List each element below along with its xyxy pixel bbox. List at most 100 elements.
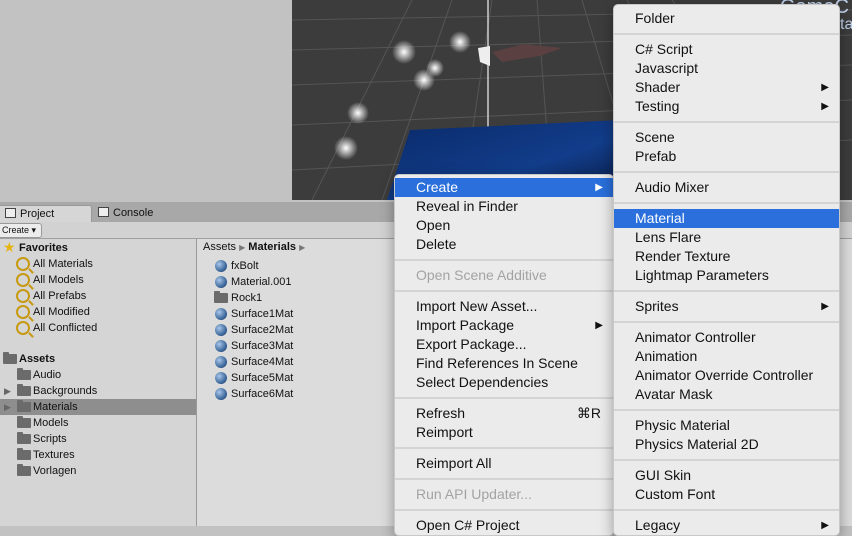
submenu-item-avatar-mask[interactable]: Avatar Mask — [614, 385, 839, 404]
menu-item-label: Audio Mixer — [635, 179, 709, 195]
menu-item-label: Prefab — [635, 148, 677, 164]
submenu-item-animator-controller[interactable]: Animator Controller — [614, 328, 839, 347]
menu-separator — [614, 409, 839, 411]
submenu-item-animation[interactable]: Animation — [614, 347, 839, 366]
folder-icon — [17, 416, 31, 428]
favorite-item[interactable]: All Models — [0, 272, 196, 288]
asset-item[interactable]: fxBolt — [214, 258, 394, 274]
submenu-item-cs-script[interactable]: C# Script — [614, 40, 839, 59]
submenu-item-testing[interactable]: Testing ▶ — [614, 97, 839, 116]
menu-item-open[interactable]: Open — [395, 216, 613, 235]
menu-item-reveal-in-finder[interactable]: Reveal in Finder — [395, 197, 613, 216]
create-dropdown-button[interactable]: Create ▾ — [0, 223, 43, 238]
asset-item[interactable]: Surface6Mat — [214, 386, 394, 402]
breadcrumb-root[interactable]: Assets — [203, 241, 236, 253]
submenu-item-material[interactable]: Material — [614, 209, 839, 228]
menu-item-label: Export Package... — [416, 336, 527, 352]
search-icon — [16, 273, 30, 287]
menu-item-create[interactable]: Create ▶ — [395, 178, 613, 197]
menu-item-reimport[interactable]: Reimport — [395, 423, 613, 442]
favorite-item[interactable]: All Modified — [0, 304, 196, 320]
tree-folder-vorlagen[interactable]: Vorlagen — [0, 463, 196, 479]
tree-folder-label: Scripts — [33, 433, 67, 445]
tree-folder-scripts[interactable]: Scripts — [0, 431, 196, 447]
asset-item[interactable]: Surface4Mat — [214, 354, 394, 370]
submenu-item-custom-font[interactable]: Custom Font — [614, 485, 839, 504]
tree-folder-backgrounds[interactable]: ▶ Backgrounds — [0, 383, 196, 399]
menu-item-export-package[interactable]: Export Package... — [395, 335, 613, 354]
submenu-item-physics-material-2d[interactable]: Physics Material 2D — [614, 435, 839, 454]
submenu-item-sprites[interactable]: Sprites ▶ — [614, 297, 839, 316]
search-icon — [16, 257, 30, 271]
favorite-label: All Conflicted — [33, 322, 98, 334]
menu-item-label: Reimport — [416, 424, 473, 440]
folder-icon — [17, 384, 31, 396]
menu-separator — [395, 447, 613, 449]
expand-arrow-icon[interactable]: ▶ — [4, 383, 11, 399]
submenu-item-render-texture[interactable]: Render Texture — [614, 247, 839, 266]
tree-folder-audio[interactable]: Audio — [0, 367, 196, 383]
menu-item-reimport-all[interactable]: Reimport All — [395, 454, 613, 473]
favorite-item[interactable]: All Materials — [0, 256, 196, 272]
create-submenu: Folder C# Script Javascript Shader ▶ Test… — [613, 4, 840, 536]
tab-project[interactable]: Project — [0, 205, 92, 223]
tree-folder-models[interactable]: Models — [0, 415, 196, 431]
asset-item[interactable]: Rock1 — [214, 290, 394, 306]
folder-icon — [17, 432, 31, 444]
console-icon — [98, 207, 109, 217]
menu-item-label: Material — [635, 210, 685, 226]
asset-label: Surface4Mat — [231, 356, 294, 368]
submenu-item-physic-material[interactable]: Physic Material — [614, 416, 839, 435]
submenu-item-folder[interactable]: Folder — [614, 9, 839, 28]
assets-title: Assets — [19, 353, 56, 365]
tree-folder-label: Models — [33, 417, 69, 429]
asset-item[interactable]: Surface3Mat — [214, 338, 394, 354]
menu-item-select-dependencies[interactable]: Select Dependencies — [395, 373, 613, 392]
material-sphere-icon — [215, 388, 227, 400]
favorite-item[interactable]: All Prefabs — [0, 288, 196, 304]
menu-item-label: Reimport All — [416, 455, 492, 471]
menu-item-label: Scene — [635, 129, 675, 145]
material-sphere-icon — [215, 324, 227, 336]
asset-label: Surface2Mat — [231, 324, 294, 336]
submenu-item-animator-override-controller[interactable]: Animator Override Controller — [614, 366, 839, 385]
menu-item-find-references[interactable]: Find References In Scene — [395, 354, 613, 373]
menu-item-import-new-asset[interactable]: Import New Asset... — [395, 297, 613, 316]
menu-separator — [614, 121, 839, 123]
submenu-item-prefab[interactable]: Prefab — [614, 147, 839, 166]
folder-icon — [17, 464, 31, 476]
material-sphere-icon — [215, 340, 227, 352]
breadcrumb: Assets ▶ Materials ▶ — [197, 239, 403, 255]
menu-item-label: Import Package — [416, 317, 515, 333]
submenu-item-javascript[interactable]: Javascript — [614, 59, 839, 78]
menu-item-label: Select Dependencies — [416, 374, 549, 390]
menu-item-delete[interactable]: Delete — [395, 235, 613, 254]
expand-arrow-icon[interactable]: ▶ — [4, 399, 11, 415]
menu-item-label: Refresh — [416, 405, 466, 421]
asset-item[interactable]: Material.001 — [214, 274, 394, 290]
menu-separator — [395, 290, 613, 292]
menu-item-run-api-updater: Run API Updater... — [395, 485, 613, 504]
tree-folder-textures[interactable]: Textures — [0, 447, 196, 463]
submenu-item-lens-flare[interactable]: Lens Flare — [614, 228, 839, 247]
breadcrumb-current[interactable]: Materials — [248, 241, 296, 253]
submenu-item-scene[interactable]: Scene — [614, 128, 839, 147]
menu-item-label: Avatar Mask — [635, 386, 713, 402]
submenu-item-gui-skin[interactable]: GUI Skin — [614, 466, 839, 485]
menu-separator — [614, 321, 839, 323]
tree-folder-materials[interactable]: ▶ Materials — [0, 399, 196, 415]
submenu-item-audio-mixer[interactable]: Audio Mixer — [614, 178, 839, 197]
asset-item[interactable]: Surface1Mat — [214, 306, 394, 322]
menu-item-import-package[interactable]: Import Package ▶ — [395, 316, 613, 335]
tab-console[interactable]: Console — [92, 205, 174, 222]
favorite-label: All Models — [33, 274, 84, 286]
asset-item[interactable]: Surface5Mat — [214, 370, 394, 386]
submenu-item-shader[interactable]: Shader ▶ — [614, 78, 839, 97]
asset-item[interactable]: Surface2Mat — [214, 322, 394, 338]
favorite-item[interactable]: All Conflicted — [0, 320, 196, 336]
assets-header[interactable]: Assets — [0, 351, 196, 367]
submenu-item-lightmap-parameters[interactable]: Lightmap Parameters — [614, 266, 839, 285]
favorites-header[interactable]: ★ Favorites — [0, 239, 196, 256]
menu-item-refresh[interactable]: Refresh ⌘R — [395, 404, 613, 423]
menu-item-label: Javascript — [635, 60, 699, 76]
